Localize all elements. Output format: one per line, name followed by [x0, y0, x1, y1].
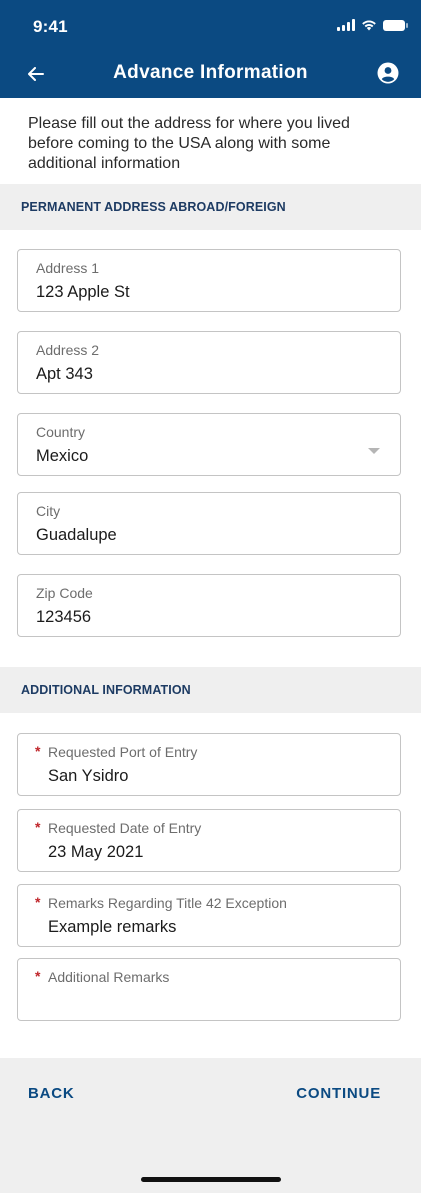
required-marker: *	[35, 894, 41, 910]
date-of-entry-value: 23 May 2021	[48, 843, 144, 861]
date-of-entry-field[interactable]: * Requested Date of Entry 23 May 2021	[17, 809, 401, 872]
back-button[interactable]: BACK	[28, 1085, 75, 1102]
required-marker: *	[35, 743, 41, 759]
port-of-entry-label: Requested Port of Entry	[48, 744, 198, 760]
address1-value: 123 Apple St	[36, 283, 130, 301]
country-label: Country	[36, 424, 86, 440]
country-value: Mexico	[36, 447, 89, 465]
profile-icon[interactable]	[373, 58, 403, 88]
required-marker: *	[35, 968, 41, 984]
zip-value: 123456	[36, 608, 92, 626]
city-label: City	[36, 503, 61, 519]
zip-label: Zip Code	[36, 585, 93, 601]
nav-bar: Advance Information	[0, 52, 421, 98]
address2-value: Apt 343	[36, 365, 93, 383]
address1-field[interactable]: Address 1 123 Apple St	[17, 249, 401, 312]
date-of-entry-label: Requested Date of Entry	[48, 820, 202, 836]
address1-label: Address 1	[36, 260, 100, 276]
status-time: 9:41	[33, 17, 68, 36]
additional-remarks-field[interactable]: * Additional Remarks	[17, 958, 401, 1021]
port-of-entry-field[interactable]: * Requested Port of Entry San Ysidro	[17, 733, 401, 796]
city-value: Guadalupe	[36, 526, 117, 544]
title42-remarks-value: Example remarks	[48, 918, 177, 936]
city-field[interactable]: City Guadalupe	[17, 492, 401, 555]
country-select[interactable]: Country Mexico	[17, 413, 401, 476]
section-header-address: PERMANENT ADDRESS ABROAD/FOREIGN	[0, 184, 421, 230]
additional-remarks-label: Additional Remarks	[48, 969, 170, 985]
status-icons	[337, 19, 408, 31]
address2-field[interactable]: Address 2 Apt 343	[17, 331, 401, 394]
address2-label: Address 2	[36, 342, 100, 358]
section-header-additional: ADDITIONAL INFORMATION	[0, 667, 421, 713]
continue-button[interactable]: CONTINUE	[296, 1085, 381, 1102]
chevron-down-icon	[368, 448, 380, 454]
battery-icon	[383, 19, 408, 31]
intro-text: Please fill out the address for where yo…	[28, 115, 350, 172]
port-of-entry-value: San Ysidro	[48, 767, 129, 785]
home-indicator	[141, 1177, 281, 1182]
app-header: 9:41 Advance Information	[0, 0, 421, 98]
footer-bar: BACK CONTINUE	[0, 1058, 421, 1193]
zip-field[interactable]: Zip Code 123456	[17, 574, 401, 637]
page-title: Advance Information	[113, 62, 308, 83]
wifi-icon	[362, 20, 376, 31]
title42-remarks-label: Remarks Regarding Title 42 Exception	[48, 895, 287, 911]
required-marker: *	[35, 819, 41, 835]
title42-remarks-field[interactable]: * Remarks Regarding Title 42 Exception E…	[17, 884, 401, 947]
status-bar: 9:41	[0, 0, 421, 52]
signal-icon	[337, 19, 355, 31]
